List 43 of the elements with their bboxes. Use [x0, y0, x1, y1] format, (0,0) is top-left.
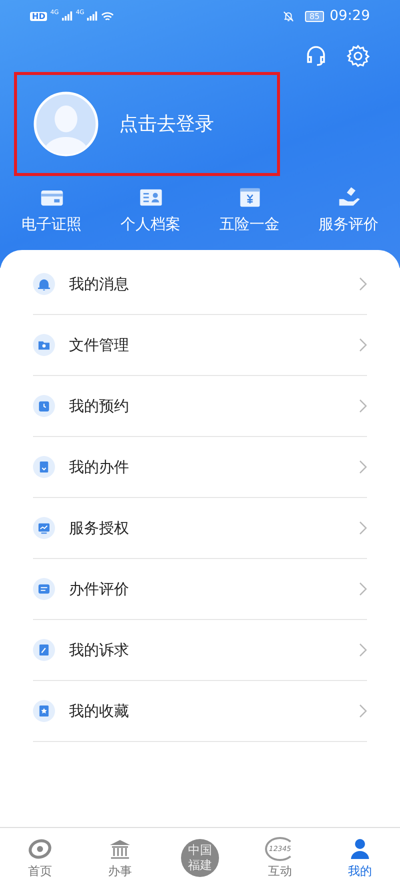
- wifi-icon: [101, 10, 114, 22]
- menu-item[interactable]: 我的预约: [33, 376, 367, 437]
- menu-item[interactable]: 服务授权: [33, 498, 367, 559]
- chevron-icon: [359, 277, 367, 291]
- hd-indicator: HD: [30, 12, 48, 20]
- menu-item[interactable]: 办件评价: [33, 559, 367, 620]
- doc-icon: [33, 456, 55, 478]
- chart-icon: [33, 517, 55, 539]
- eye-icon: [28, 836, 52, 860]
- clock-time: 09:29: [330, 8, 370, 24]
- headset-icon[interactable]: [304, 44, 328, 68]
- shortcut-label[interactable]: 电子证照: [22, 215, 82, 234]
- chevron-icon: [359, 582, 367, 596]
- nav-tab[interactable]: 办事: [90, 836, 150, 880]
- signal-icon: [62, 11, 73, 21]
- avatar-icon[interactable]: [33, 91, 99, 157]
- person-icon: [348, 836, 372, 860]
- bell-icon: [33, 273, 55, 295]
- menu-item[interactable]: 文件管理: [33, 315, 367, 376]
- chevron-icon: [359, 338, 367, 352]
- chevron-icon: [359, 521, 367, 535]
- muted-bell-icon: [283, 10, 294, 22]
- chevron-icon: [359, 399, 367, 413]
- chevron-icon: [359, 460, 367, 474]
- folder-icon: [33, 334, 55, 356]
- chevron-icon: [359, 643, 367, 657]
- shortcut-label[interactable]: 个人档案: [120, 215, 180, 234]
- shortcut-label[interactable]: 服务评价: [318, 215, 378, 234]
- menu-item[interactable]: 我的诉求: [33, 620, 367, 681]
- edit-icon: [33, 639, 55, 661]
- login-link[interactable]: 点击去登录: [119, 111, 214, 137]
- nav-tab[interactable]: 我的: [330, 836, 390, 880]
- chevron-icon: [359, 704, 367, 718]
- shortcut-label[interactable]: 五险一金: [220, 215, 280, 234]
- comment-icon: [33, 578, 55, 600]
- nav-tab[interactable]: 首页: [10, 836, 70, 880]
- settings-icon[interactable]: [346, 44, 370, 68]
- clock-icon: [33, 395, 55, 417]
- signal-icon: [87, 11, 98, 21]
- menu-item[interactable]: 我的办件: [33, 437, 367, 498]
- menu-item[interactable]: 我的消息: [33, 254, 367, 315]
- battery-level: 85: [305, 10, 324, 22]
- menu-item[interactable]: 我的收藏: [33, 681, 367, 742]
